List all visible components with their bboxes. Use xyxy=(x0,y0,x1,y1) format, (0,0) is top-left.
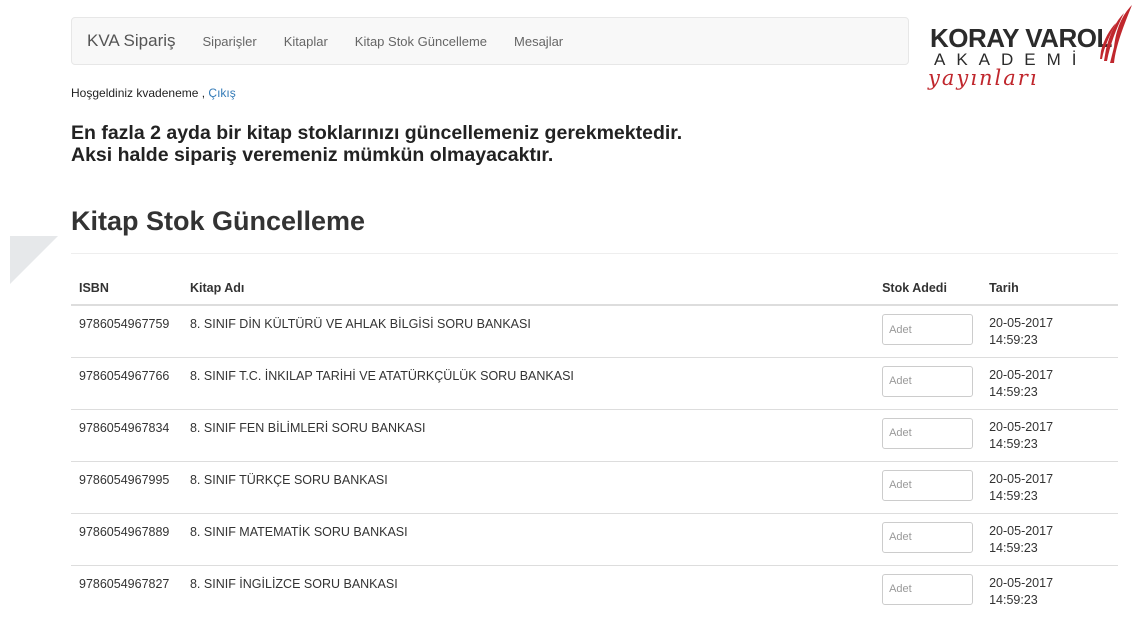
time-value: 14:59:23 xyxy=(989,592,1038,607)
date-cell: 20-05-2017 14:59:23 xyxy=(981,564,1118,617)
stock-quantity-input[interactable] xyxy=(882,573,974,605)
isbn-cell: 9786054967995 xyxy=(71,460,182,513)
isbn-cell: 9786054967834 xyxy=(71,408,182,461)
stock-quantity-input[interactable] xyxy=(882,314,974,345)
company-logo: KORAY VAROL AKADEMİ yayınları xyxy=(922,3,1142,96)
table-header-row: ISBN Kitap Adı Stok Adedi Tarih xyxy=(71,271,1118,306)
stock-quantity-input[interactable] xyxy=(882,469,974,501)
book-name-cell: 8. SINIF T.C. İNKILAP TARİHİ VE ATATÜRKÇ… xyxy=(181,356,875,409)
header-stock: Stok Adedi xyxy=(874,271,982,306)
table-row: 9786054967834 8. SINIF FEN BİLİMLERİ SOR… xyxy=(71,408,1118,461)
date-value: 20-05-2017 xyxy=(989,523,1054,538)
book-name-cell: 8. SINIF FEN BİLİMLERİ SORU BANKASI xyxy=(181,408,875,461)
table-row: 9786054967995 8. SINIF TÜRKÇE SORU BANKA… xyxy=(71,460,1118,513)
date-value: 20-05-2017 xyxy=(989,419,1054,434)
stock-cell xyxy=(874,564,982,617)
nav-link-kitaplar[interactable]: Kitaplar xyxy=(284,34,328,49)
book-name-cell: 8. SINIF TÜRKÇE SORU BANKASI xyxy=(181,460,875,513)
stock-quantity-input[interactable] xyxy=(882,365,974,397)
date-value: 20-05-2017 xyxy=(989,575,1054,590)
stock-cell xyxy=(874,304,982,357)
time-value: 14:59:23 xyxy=(989,333,1038,347)
table-row: 9786054967759 8. SINIF DİN KÜLTÜRÜ VE AH… xyxy=(71,304,1118,357)
stock-cell xyxy=(874,460,982,513)
logout-link[interactable]: Çıkış xyxy=(208,86,235,100)
navbar: KVA Sipariş Siparişler Kitaplar Kitap St… xyxy=(71,17,909,65)
date-cell: 20-05-2017 14:59:23 xyxy=(981,408,1118,461)
time-value: 14:59:23 xyxy=(989,488,1038,503)
notice-line-2: Aksi halde sipariş veremeniz mümkün olma… xyxy=(71,144,554,166)
page-title: Kitap Stok Güncelleme xyxy=(71,206,366,236)
time-value: 14:59:23 xyxy=(989,436,1038,451)
isbn-cell: 9786054967759 xyxy=(71,304,182,357)
date-value: 20-05-2017 xyxy=(989,367,1054,382)
stock-table: ISBN Kitap Adı Stok Adedi Tarih 97860549… xyxy=(71,271,1118,617)
book-name-cell: 8. SINIF DİN KÜLTÜRÜ VE AHLAK BİLGİSİ SO… xyxy=(181,304,875,357)
isbn-cell: 9786054967889 xyxy=(71,512,182,565)
date-cell: 20-05-2017 14:59:23 xyxy=(981,304,1118,357)
nav-link-mesajlar[interactable]: Mesajlar xyxy=(514,34,563,49)
table-row: 9786054967889 8. SINIF MATEMATİK SORU BA… xyxy=(71,512,1118,565)
header-date: Tarih xyxy=(981,271,1118,306)
date-value: 20-05-2017 xyxy=(989,316,1054,330)
nav-link-siparisler[interactable]: Siparişler xyxy=(203,34,257,49)
page-corner-decoration xyxy=(10,236,58,284)
welcome-message: Hoşgeldiniz kvadeneme , Çıkış xyxy=(71,86,236,100)
stock-cell xyxy=(874,408,982,461)
stock-quantity-input[interactable] xyxy=(882,417,974,449)
date-cell: 20-05-2017 14:59:23 xyxy=(981,460,1118,513)
table-row: 9786054967827 8. SINIF İNGİLİZCE SORU BA… xyxy=(71,564,1118,617)
table-row: 9786054967766 8. SINIF T.C. İNKILAP TARİ… xyxy=(71,356,1118,409)
isbn-cell: 9786054967766 xyxy=(71,356,182,409)
navbar-brand[interactable]: KVA Sipariş xyxy=(87,31,176,51)
stock-cell xyxy=(874,356,982,409)
notice-line-1: En fazla 2 ayda bir kitap stoklarınızı g… xyxy=(71,122,683,144)
book-name-cell: 8. SINIF İNGİLİZCE SORU BANKASI xyxy=(181,564,875,617)
time-value: 14:59:23 xyxy=(989,540,1038,555)
isbn-cell: 9786054967827 xyxy=(71,564,182,617)
date-cell: 20-05-2017 14:59:23 xyxy=(981,512,1118,565)
stock-quantity-input[interactable] xyxy=(882,521,974,553)
time-value: 14:59:23 xyxy=(989,384,1038,399)
header-book-name: Kitap Adı xyxy=(181,271,875,306)
stock-cell xyxy=(874,512,982,565)
logo-script: yayınları xyxy=(928,66,1039,90)
stock-update-notice: En fazla 2 ayda bir kitap stoklarınızı g… xyxy=(71,122,682,166)
header-isbn: ISBN xyxy=(71,271,182,306)
nav-link-stok-guncelleme[interactable]: Kitap Stok Güncelleme xyxy=(355,34,487,49)
title-divider xyxy=(71,253,1118,254)
feather-logo-icon xyxy=(1100,5,1132,63)
welcome-text: Hoşgeldiniz kvadeneme , xyxy=(71,86,206,100)
date-value: 20-05-2017 xyxy=(989,471,1054,486)
book-name-cell: 8. SINIF MATEMATİK SORU BANKASI xyxy=(181,512,875,565)
date-cell: 20-05-2017 14:59:23 xyxy=(981,356,1118,409)
